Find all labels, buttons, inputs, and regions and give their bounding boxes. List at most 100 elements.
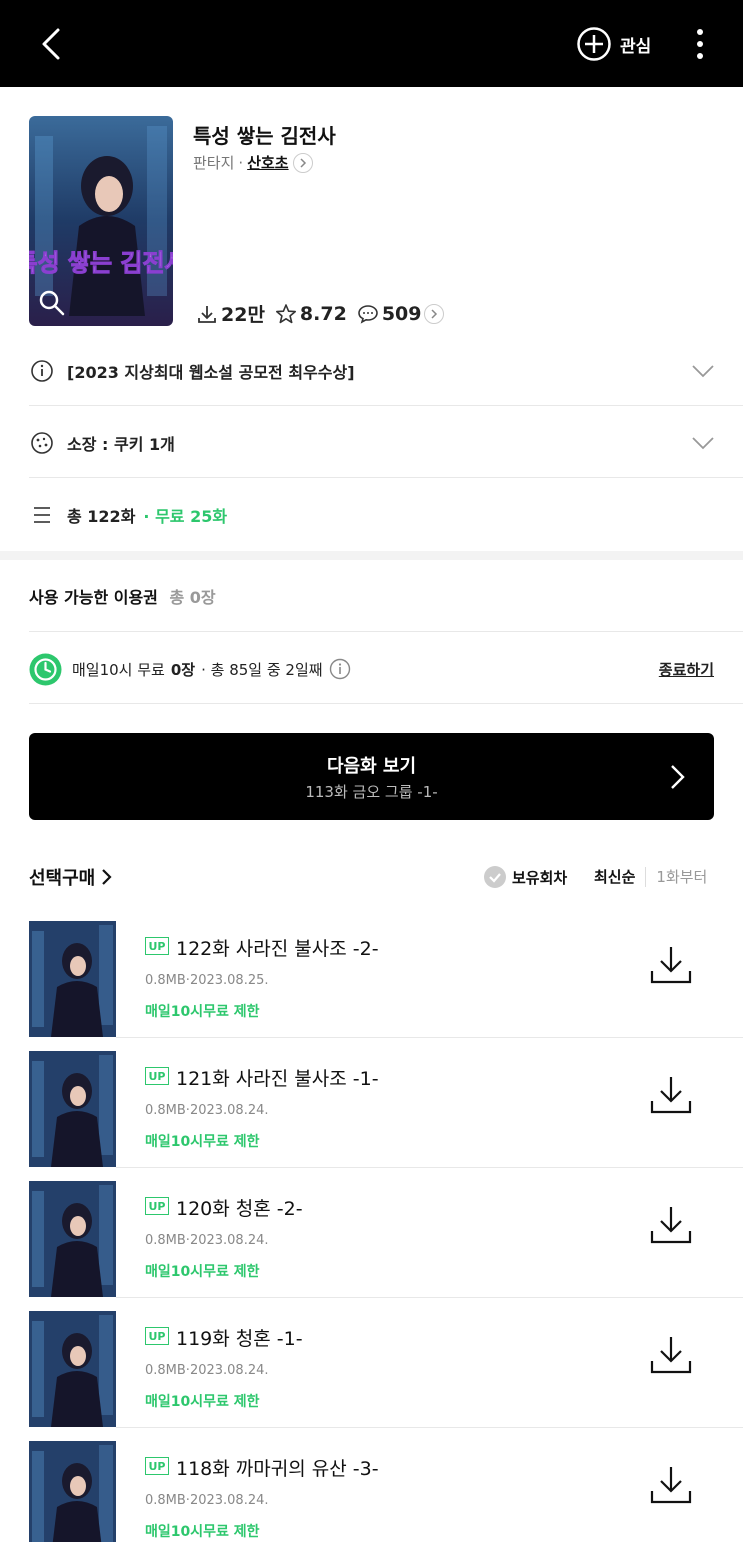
episode-thumbnail [29,1181,116,1297]
book-title: 특성 쌓는 김전사 [193,124,336,148]
award-text: [2023 지상최대 웹소설 공모전 최우수상] [67,363,355,382]
download-icon[interactable] [650,1075,692,1115]
update-badge: UP [145,1327,169,1345]
owned-label: 보유회차 [512,868,568,887]
episode-title: 119화 청혼 -1- [176,1328,303,1350]
book-cover[interactable]: 특성 쌓는 김전사 [29,116,173,326]
sort-options: 최신순 1화부터 [594,866,707,887]
favorite-label: 관심 [620,36,652,57]
episode-limit: 매일10시무료 제한 [145,1394,260,1410]
tickets-header: 사용 가능한 이용권 총 0장 [29,584,216,608]
episode-limit: 매일10시무료 제한 [145,1004,260,1020]
award-row[interactable]: [2023 지상최대 웹소설 공모전 최우수상] [29,356,714,386]
episode-thumbnail [29,1051,116,1167]
divider [29,631,743,632]
comment-stat[interactable]: 509 [357,303,445,325]
next-episode-button[interactable]: 다음화 보기 113화 금오 그룹 -1- [29,733,714,820]
sort-latest[interactable]: 최신순 [594,866,635,887]
divider [29,477,743,478]
divider [29,703,743,704]
download-icon[interactable] [650,1205,692,1245]
info-icon[interactable] [329,658,351,680]
episode-row[interactable]: UP 118화 까마귀의 유산 -3- 0.8MB·2023.08.24. 매일10시… [0,1441,743,1542]
episode-row[interactable]: UP 121화 사라진 불사조 -1- 0.8MB·2023.08.24. 매일10시… [0,1051,743,1181]
comment-count: 509 [381,302,422,325]
episode-info: 0.8MB·2023.08.25. [145,973,269,988]
tickets-title: 사용 가능한 이용권 [29,588,158,607]
comment-icon [358,304,378,324]
update-badge: UP [145,1067,169,1085]
meta-separator: · [238,153,244,172]
star-icon [275,303,296,323]
download-icon[interactable] [650,1335,692,1375]
update-badge: UP [145,937,169,955]
sort-separator [645,866,647,887]
plus-circle-icon [577,27,611,61]
end-button[interactable]: 종료하기 [659,659,714,680]
check-circle-icon [484,866,506,888]
episode-title: 118화 까마귀의 유산 -3- [176,1458,379,1480]
episode-title: 120화 청혼 -2- [176,1198,303,1220]
divider [29,405,743,406]
episode-thumbnail [29,921,116,1037]
select-purchase-label: 선택구매 [29,868,96,889]
episode-total-row: 총 122화 · 무료 25화 [29,500,714,530]
divider [116,1297,743,1298]
download-icon [198,305,216,323]
divider [116,1167,743,1168]
section-separator [0,551,743,560]
update-badge: UP [145,1197,169,1215]
episode-limit: 매일10시무료 제한 [145,1524,260,1540]
clock-icon [29,653,62,685]
info-icon [29,358,55,384]
rating-value: 8.72 [299,302,347,325]
episode-thumbnail [29,1311,116,1427]
chevron-down-icon[interactable] [692,364,714,378]
episode-row[interactable]: UP 120화 청혼 -2- 0.8MB·2023.08.24. 매일10시무료 제한 [0,1181,743,1311]
owned-filter[interactable]: 보유회차 [484,866,567,888]
cookie-row[interactable]: 소장 : 쿠키 1개 [29,428,714,458]
download-count: 22만 [221,304,265,326]
next-episode-title: 113화 금오 그룹 -1- [305,783,438,801]
episode-title: 122화 사라진 불사조 -2- [176,938,379,960]
cookie-icon [29,430,55,456]
episode-limit: 매일10시무료 제한 [145,1134,260,1150]
list-icon [29,502,55,528]
chevron-right-icon [671,765,685,789]
episode-title: 121화 사라진 불사조 -1- [176,1068,379,1090]
episode-info: 0.8MB·2023.08.24. [145,1363,269,1378]
daily-free-row: 매일10시 무료 0장 · 총 85일 중 2일째 종료하기 [29,652,714,686]
author-link[interactable]: 산호초 [247,152,288,173]
tickets-count: 총 0장 [169,588,216,607]
download-icon[interactable] [650,1465,692,1505]
daily-free-progress: · 총 85일 중 2일째 [201,660,323,679]
book-stats: 22만 8.72 509 [196,300,445,327]
download-icon[interactable] [650,945,692,985]
select-purchase-button[interactable]: 선택구매 [29,864,113,890]
episode-total: 총 122화 [67,507,136,526]
download-stat: 22만 [196,300,265,327]
episode-row[interactable]: UP 122화 사라진 불사조 -2- 0.8MB·2023.08.25. 매일10시… [0,921,743,1051]
chevron-down-icon[interactable] [692,436,714,450]
cover-title: 특성 쌓는 김전사 [29,249,173,277]
favorite-button[interactable]: 관심 [576,26,651,62]
chevron-right-icon[interactable] [292,152,313,173]
daily-free-label: 매일10시 무료 [72,660,165,679]
next-episode-label: 다음화 보기 [326,756,417,777]
sort-first[interactable]: 1화부터 [656,866,707,887]
episode-row[interactable]: UP 119화 청혼 -1- 0.8MB·2023.08.24. 매일10시무료 제한 [0,1311,743,1441]
back-icon[interactable] [36,24,76,64]
top-bar: 관심 [0,0,743,87]
episode-thumbnail [29,1441,116,1542]
zoom-icon[interactable] [37,288,67,318]
divider [116,1037,743,1038]
episode-info: 0.8MB·2023.08.24. [145,1493,269,1508]
cookie-text: 소장 : 쿠키 1개 [67,435,175,454]
genre-label: 판타지 [193,154,235,172]
chevron-right-icon [424,303,445,324]
book-meta: 판타지 · 산호초 [193,152,313,173]
chevron-right-icon [102,869,112,885]
more-vertical-icon[interactable] [686,26,714,62]
episode-info: 0.8MB·2023.08.24. [145,1233,269,1248]
daily-free-count: 0장 [170,660,196,679]
